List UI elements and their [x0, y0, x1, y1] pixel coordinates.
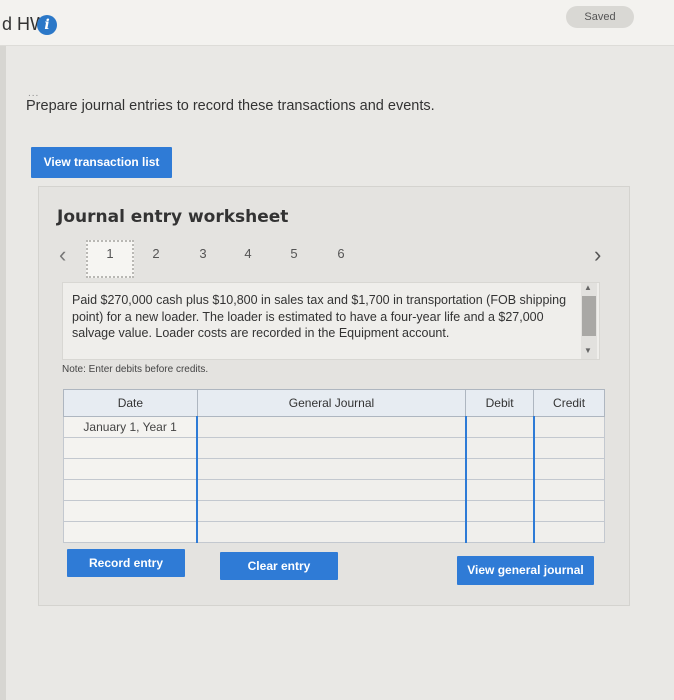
worksheet-title: Journal entry worksheet: [57, 207, 289, 227]
general-journal-column-header: General Journal: [196, 389, 467, 417]
clear-entry-button[interactable]: Clear entry: [220, 552, 338, 580]
chevron-right-icon[interactable]: ›: [594, 244, 601, 266]
account-input[interactable]: [196, 521, 467, 543]
table-row: [63, 521, 605, 543]
journal-table: Date General Journal Debit Credit Januar…: [63, 389, 605, 543]
page-tab-2[interactable]: 2: [146, 246, 166, 261]
page-tab-6[interactable]: 6: [331, 246, 351, 261]
chevron-left-icon[interactable]: ‹: [59, 244, 66, 266]
credit-input[interactable]: [532, 500, 605, 522]
table-header-row: Date General Journal Debit Credit: [63, 389, 605, 417]
scroll-down-icon[interactable]: ▼: [584, 346, 592, 355]
date-cell[interactable]: [63, 458, 198, 480]
credit-column-header: Credit: [533, 389, 605, 417]
credit-input[interactable]: [532, 521, 605, 543]
record-entry-button[interactable]: Record entry: [67, 549, 185, 577]
page-tab-4[interactable]: 4: [238, 246, 258, 261]
debit-input[interactable]: [464, 458, 535, 480]
table-row: [63, 437, 605, 459]
account-input[interactable]: [196, 458, 467, 480]
debit-input[interactable]: [464, 479, 535, 501]
date-column-header: Date: [63, 389, 198, 417]
entry-note: Note: Enter debits before credits.: [62, 364, 209, 375]
view-transaction-list-button[interactable]: View transaction list: [31, 147, 172, 178]
scrollbar-thumb[interactable]: [582, 296, 596, 336]
account-input[interactable]: [196, 479, 467, 501]
saved-status-badge: Saved: [566, 6, 634, 28]
credit-input[interactable]: [532, 458, 605, 480]
account-input[interactable]: [196, 500, 467, 522]
transaction-description: Paid $270,000 cash plus $10,800 in sales…: [72, 293, 567, 340]
scroll-up-icon[interactable]: ▲: [584, 283, 592, 292]
account-input[interactable]: [196, 437, 467, 459]
debit-column-header: Debit: [465, 389, 535, 417]
page-tab-1[interactable]: 1: [100, 246, 120, 261]
top-bar: d HW i Saved: [0, 0, 674, 46]
table-row: January 1, Year 1: [63, 416, 605, 438]
credit-input[interactable]: [532, 437, 605, 459]
account-input[interactable]: [196, 416, 467, 438]
page-tab-3[interactable]: 3: [193, 246, 213, 261]
info-icon[interactable]: i: [37, 15, 57, 35]
debit-input[interactable]: [464, 500, 535, 522]
debit-input[interactable]: [464, 521, 535, 543]
page-tab-5[interactable]: 5: [284, 246, 304, 261]
table-row: [63, 500, 605, 522]
instructions-text: Prepare journal entries to record these …: [26, 98, 435, 114]
left-edge-divider: [0, 46, 6, 700]
date-cell[interactable]: [63, 479, 198, 501]
date-cell[interactable]: [63, 437, 198, 459]
debit-input[interactable]: [464, 416, 535, 438]
debit-input[interactable]: [464, 437, 535, 459]
date-cell[interactable]: January 1, Year 1: [63, 416, 198, 438]
table-row: [63, 479, 605, 501]
date-cell[interactable]: [63, 500, 198, 522]
credit-input[interactable]: [532, 479, 605, 501]
view-general-journal-button[interactable]: View general journal: [457, 556, 594, 585]
credit-input[interactable]: [532, 416, 605, 438]
table-row: [63, 458, 605, 480]
date-cell[interactable]: [63, 521, 198, 543]
